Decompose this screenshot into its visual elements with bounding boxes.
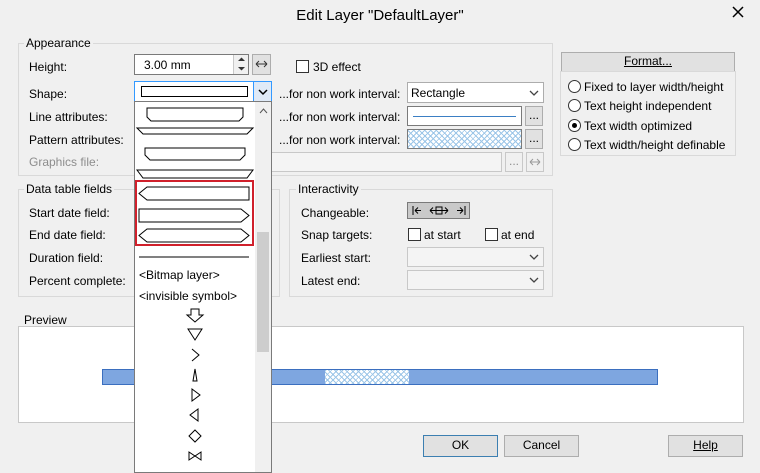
non-work-pattern-field[interactable] xyxy=(407,129,522,149)
shape-option-notch-wide[interactable] xyxy=(136,169,254,179)
at-start-label: at start xyxy=(424,228,461,242)
format-button-label: Format... xyxy=(623,54,672,68)
height-label: Height: xyxy=(29,60,68,74)
symbol-options xyxy=(185,308,205,461)
cancel-button[interactable]: Cancel xyxy=(504,435,579,457)
shape-label: Shape: xyxy=(29,87,68,101)
at-end-checkbox[interactable] xyxy=(485,228,498,241)
earliest-start-select[interactable] xyxy=(407,247,544,267)
chevron-down-icon xyxy=(529,277,539,283)
symbol-bowtie-icon[interactable] xyxy=(188,451,202,461)
changeable-buttons xyxy=(407,202,470,219)
duration-label: Duration field: xyxy=(29,251,104,265)
bitmap-layer-option[interactable]: <Bitmap layer> xyxy=(139,268,220,282)
chevron-down-icon xyxy=(529,90,539,96)
move-start-icon[interactable] xyxy=(408,203,426,218)
shape-option-tab-down[interactable] xyxy=(146,107,244,122)
title-bar: Edit Layer "DefaultLayer" xyxy=(0,0,760,31)
preview-title: Preview xyxy=(22,313,69,327)
non-work-line-ellipsis-button[interactable]: ... xyxy=(525,106,543,126)
shape-option-arrow-right[interactable] xyxy=(138,208,250,223)
move-both-icon[interactable] xyxy=(426,203,452,218)
graphics-file-input[interactable] xyxy=(270,152,502,172)
end-date-label: End date field: xyxy=(29,228,106,242)
symbol-triangle-right-icon[interactable] xyxy=(191,388,201,402)
shape-option-arrow-left[interactable] xyxy=(138,186,250,201)
symbol-arrow-down-icon[interactable] xyxy=(185,308,205,323)
percent-complete-label: Percent complete: xyxy=(29,274,126,288)
help-button[interactable]: Help xyxy=(668,435,743,457)
close-button[interactable] xyxy=(723,1,753,23)
radio-text-height-independent-label: Text height independent xyxy=(584,99,712,113)
shape-option-hexagon[interactable] xyxy=(138,228,250,243)
window-title: Edit Layer "DefaultLayer" xyxy=(296,7,464,24)
dropdown-scrollbar[interactable] xyxy=(255,102,272,472)
close-icon xyxy=(732,6,744,18)
dropdown-scroll-thumb[interactable] xyxy=(257,232,269,352)
symbol-triangle-left-icon[interactable] xyxy=(189,408,199,422)
height-input[interactable]: 3.00 mm xyxy=(134,54,249,75)
earliest-start-label: Earliest start: xyxy=(301,251,372,265)
interactivity-group-title: Interactivity xyxy=(296,182,361,196)
shape-option-notch-top[interactable] xyxy=(135,127,255,135)
resize-arrows-icon xyxy=(255,60,268,68)
non-work-shape-value: Rectangle xyxy=(411,86,466,100)
radio-text-width-optimized[interactable] xyxy=(568,119,581,132)
symbol-diamond-icon[interactable] xyxy=(188,429,202,443)
symbol-spike-icon[interactable] xyxy=(192,368,198,382)
latest-end-select[interactable] xyxy=(407,270,544,290)
spin-up-icon[interactable] xyxy=(234,55,249,64)
shape-combo[interactable] xyxy=(134,81,272,102)
radio-text-width-optimized-label: Text width optimized xyxy=(584,119,693,133)
3d-effect-checkbox[interactable] xyxy=(296,60,309,73)
line-sample xyxy=(413,116,516,117)
invisible-symbol-option[interactable]: <invisible symbol> xyxy=(139,289,237,303)
non-work-shape-select[interactable]: Rectangle xyxy=(407,82,544,103)
height-spinner[interactable] xyxy=(233,55,248,74)
changeable-label: Changeable: xyxy=(301,206,370,220)
height-arrows-button[interactable] xyxy=(252,54,271,75)
radio-fixed-to-layer[interactable] xyxy=(568,80,581,93)
at-start-checkbox[interactable] xyxy=(408,228,421,241)
latest-end-label: Latest end: xyxy=(301,274,361,288)
graphics-file-browse-button[interactable] xyxy=(526,152,544,172)
radio-text-width-height-definable-label: Text width/height definable xyxy=(584,138,726,152)
snap-targets-label: Snap targets: xyxy=(301,228,373,242)
height-value: 3.00 mm xyxy=(144,58,191,72)
non-work-shape-label: ...for non work interval: xyxy=(279,87,401,101)
pattern-attributes-label: Pattern attributes: xyxy=(29,133,124,147)
non-work-line-field[interactable] xyxy=(407,106,522,126)
line-attributes-label: Line attributes: xyxy=(29,110,108,124)
graphics-file-label: Graphics file: xyxy=(29,155,100,169)
non-work-pattern-label: ...for non work interval: xyxy=(279,133,401,147)
data-table-group-title: Data table fields xyxy=(24,182,115,196)
preview-bar-nonwork xyxy=(325,370,409,384)
non-work-line-label: ...for non work interval: xyxy=(279,110,401,124)
radio-text-width-height-definable[interactable] xyxy=(568,138,581,151)
non-work-pattern-ellipsis-button[interactable]: ... xyxy=(525,129,543,149)
help-button-label: Help xyxy=(693,438,718,452)
shape-option-tab-both[interactable] xyxy=(144,147,246,161)
move-end-icon[interactable] xyxy=(452,203,470,218)
spin-down-icon[interactable] xyxy=(234,65,249,74)
3d-effect-label: 3D effect xyxy=(313,60,361,74)
shape-dropdown-list[interactable]: <Bitmap layer> <invisible symbol> xyxy=(134,101,272,473)
shape-combo-arrow-button[interactable] xyxy=(253,82,271,101)
at-end-label: at end xyxy=(501,228,535,242)
chevron-down-icon xyxy=(258,89,268,96)
radio-text-height-independent[interactable] xyxy=(568,99,581,112)
scroll-up-icon[interactable] xyxy=(255,104,272,118)
appearance-group-title: Appearance xyxy=(24,36,93,50)
symbol-chevron-right-icon[interactable] xyxy=(191,348,200,362)
symbol-triangle-down-icon[interactable] xyxy=(187,328,203,341)
shape-preview xyxy=(141,86,248,97)
ok-button[interactable]: OK xyxy=(423,435,498,457)
start-date-label: Start date field: xyxy=(29,206,110,220)
radio-fixed-to-layer-label: Fixed to layer width/height xyxy=(584,80,724,94)
browse-icon xyxy=(529,158,541,166)
chevron-down-icon xyxy=(529,254,539,260)
format-button[interactable]: Format... xyxy=(561,52,735,72)
graphics-file-ellipsis-button[interactable]: ... xyxy=(505,152,523,172)
